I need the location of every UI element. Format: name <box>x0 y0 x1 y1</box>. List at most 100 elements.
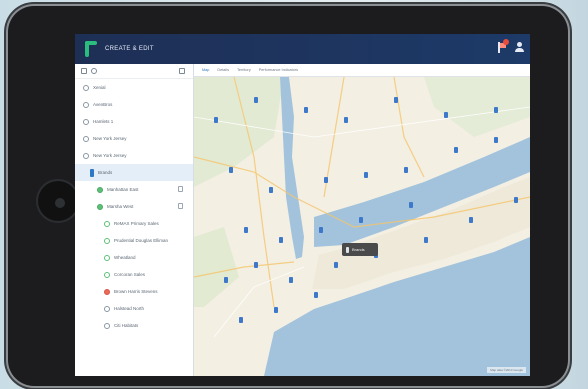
map-pin-icon[interactable] <box>444 112 448 118</box>
tree-list: Xenial AvenBros Hamlets 1 New York Jersey Ne… <box>75 79 193 334</box>
expand-icon[interactable] <box>178 186 183 192</box>
tree-item-label: Wheatland <box>114 255 136 260</box>
status-icon <box>83 101 89 108</box>
status-icon <box>104 220 110 227</box>
map-pin-icon[interactable] <box>424 237 428 243</box>
tab-details[interactable]: Details <box>217 68 229 72</box>
map-pin-icon[interactable] <box>289 277 293 283</box>
tree-item[interactable]: Wheatland <box>75 249 193 266</box>
map-pin-icon[interactable] <box>364 172 368 178</box>
tree-item[interactable]: AvenBros <box>75 96 193 113</box>
sidebar-toolbar <box>75 64 193 79</box>
map-pin-icon[interactable] <box>404 167 408 173</box>
tree-item-label: ReMAX Primary Sales <box>114 221 159 226</box>
map-attribution: Map data ©2014 Google <box>487 367 526 373</box>
map-pin-icon[interactable] <box>279 237 283 243</box>
tree-item-label: Manhattan East <box>107 187 139 192</box>
filter-icon[interactable] <box>81 68 87 74</box>
map-pin-icon[interactable] <box>254 97 258 103</box>
map-pin-icon[interactable] <box>214 117 218 123</box>
tree-item[interactable]: Halstead North <box>75 300 193 317</box>
tree-item[interactable]: Brown Harris Stevens <box>75 283 193 300</box>
status-icon <box>104 254 110 261</box>
tree-item-label: New York Jersey <box>93 136 127 141</box>
map-pin-icon[interactable] <box>394 97 398 103</box>
notification-badge <box>503 39 509 45</box>
status-icon <box>104 237 110 244</box>
map-pin-icon[interactable] <box>494 107 498 113</box>
tab-map[interactable]: Map <box>202 68 209 72</box>
tree-item[interactable]: Manhattan East <box>75 181 193 198</box>
map-pin-icon[interactable] <box>254 262 258 268</box>
tree-item[interactable]: Xenial <box>75 79 193 96</box>
map-pin-icon[interactable] <box>274 307 278 313</box>
map-pin-icon[interactable] <box>344 117 348 123</box>
notifications-flag-icon[interactable] <box>497 39 509 53</box>
tree-item-label: Hamlets 1 <box>93 119 114 124</box>
tree-item-label: AvenBros <box>93 102 113 107</box>
tree-item[interactable]: ReMAX Primary Sales <box>75 215 193 232</box>
map-pin-icon[interactable] <box>469 217 473 223</box>
app-logo-icon <box>85 41 97 57</box>
map-pin-icon[interactable] <box>334 262 338 268</box>
status-icon <box>104 271 110 278</box>
map-pin-icon[interactable] <box>409 202 413 208</box>
tree-item[interactable]: Hamlets 1 <box>75 113 193 130</box>
map-popup[interactable]: Brands <box>342 243 378 256</box>
main-panel: Map Details Territory Performance Indicator… <box>194 64 530 376</box>
tree-item-label: Brands <box>98 170 113 175</box>
tree-item[interactable]: Marsha West <box>75 198 193 215</box>
status-icon <box>83 152 89 159</box>
map-pin-icon[interactable] <box>494 137 498 143</box>
map-pin-icon[interactable] <box>324 177 328 183</box>
map-pin-icon[interactable] <box>229 167 233 173</box>
tree-item[interactable]: Citi Habitats <box>75 317 193 334</box>
status-icon <box>97 186 103 193</box>
status-icon <box>104 288 110 295</box>
map-pin-icon[interactable] <box>359 217 363 223</box>
tree-item[interactable]: New York Jersey <box>75 147 193 164</box>
map-pin-icon[interactable] <box>314 292 318 298</box>
map-pin-icon[interactable] <box>454 147 458 153</box>
map-pin-icon[interactable] <box>304 107 308 113</box>
camera-icon <box>55 198 65 208</box>
tree-item-label: Prudential Douglas Elliman <box>114 238 169 243</box>
status-icon <box>97 203 103 210</box>
app-title: CREATE & EDIT <box>105 46 154 52</box>
tree-item-label: Xenial <box>93 85 106 90</box>
status-icon <box>83 118 89 125</box>
tab-performance-indicators[interactable]: Performance Indicators <box>259 68 298 72</box>
user-icon[interactable] <box>515 42 524 52</box>
status-icon <box>104 322 110 329</box>
map-pin-icon[interactable] <box>244 227 248 233</box>
tab-bar: Map Details Territory Performance Indicator… <box>194 64 530 77</box>
add-icon[interactable] <box>179 68 185 74</box>
tree-item[interactable]: Brands <box>75 164 193 181</box>
tree-item-label: Citi Habitats <box>114 323 139 328</box>
map-pin-icon[interactable] <box>514 197 518 203</box>
tree-item-label: Marsha West <box>107 204 134 209</box>
tree-item[interactable]: New York Jersey <box>75 130 193 147</box>
tree-item-label: Halstead North <box>114 306 145 311</box>
tree-item[interactable]: Prudential Douglas Elliman <box>75 232 193 249</box>
app-header: CREATE & EDIT <box>75 34 530 64</box>
status-icon <box>104 305 110 312</box>
tab-territory[interactable]: Territory <box>237 68 251 72</box>
map-pin-icon[interactable] <box>319 227 323 233</box>
tree-item[interactable]: Corcoran Sales <box>75 266 193 283</box>
tree-item-label: New York Jersey <box>93 153 127 158</box>
map-pin-icon[interactable] <box>224 277 228 283</box>
expand-icon[interactable] <box>178 203 183 209</box>
search-icon[interactable] <box>91 68 97 74</box>
status-icon <box>83 84 89 91</box>
tablet-frame: CREATE & EDIT Xenial AvenBros Hamlets 1 New… <box>8 6 568 386</box>
map-pin-icon[interactable] <box>239 317 243 323</box>
popup-label: Brands <box>352 247 365 252</box>
app-screen: CREATE & EDIT Xenial AvenBros Hamlets 1 New… <box>75 34 530 376</box>
tree-item-label: Brown Harris Stevens <box>114 289 158 294</box>
header-actions <box>497 39 524 53</box>
map-pin-icon[interactable] <box>269 187 273 193</box>
sidebar: Xenial AvenBros Hamlets 1 New York Jersey Ne… <box>75 64 194 376</box>
tree-item-label: Corcoran Sales <box>114 272 146 277</box>
map-view[interactable]: Brands Map data ©2014 Google <box>194 77 530 376</box>
